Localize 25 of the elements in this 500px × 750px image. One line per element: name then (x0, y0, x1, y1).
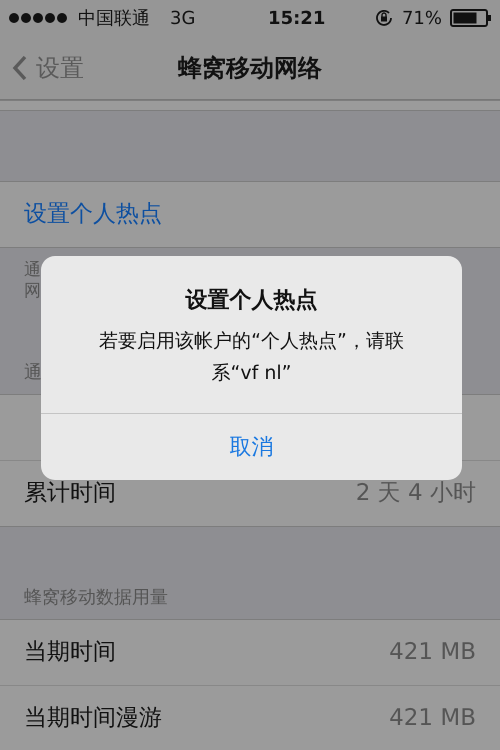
network-text: 3G (170, 6, 196, 30)
row-label: 当期时间 (24, 638, 116, 668)
signal-icon (8, 12, 70, 24)
alert-title: 设置个人热点 (186, 287, 318, 315)
section-footer-text: 通 (24, 260, 41, 281)
row-value: 2 天 4 小时 (356, 479, 476, 508)
row-label: 累计时间 (24, 479, 116, 508)
settings-row[interactable]: 当期时间 421 MB (0, 620, 500, 686)
cancel-button[interactable]: 取消 (41, 414, 462, 480)
settings-row[interactable]: 当期时间漫游 421 MB (0, 686, 500, 750)
carrier-text: 中国联通 (78, 6, 150, 30)
chevron-left-icon (12, 55, 28, 81)
section-footer-text: 网 (24, 281, 41, 302)
row-label: 设置个人热点 (24, 200, 162, 230)
row-value: 421 MB (389, 638, 476, 668)
section-header: 蜂窝移动数据用量 (24, 586, 168, 610)
clock-text: 15:21 (268, 6, 326, 30)
battery-percent: 71% (402, 6, 442, 30)
nav-title: 蜂窝移动网络 (178, 52, 322, 84)
row-value: 421 MB (389, 704, 476, 734)
alert-message: 若要启用该帐户的“个人热点”，请联系“vf nl” (98, 329, 405, 386)
row-label: 当期时间漫游 (24, 704, 162, 734)
section-header: 通 (24, 361, 42, 385)
rotation-lock-icon (374, 8, 394, 28)
battery-icon (450, 9, 492, 27)
